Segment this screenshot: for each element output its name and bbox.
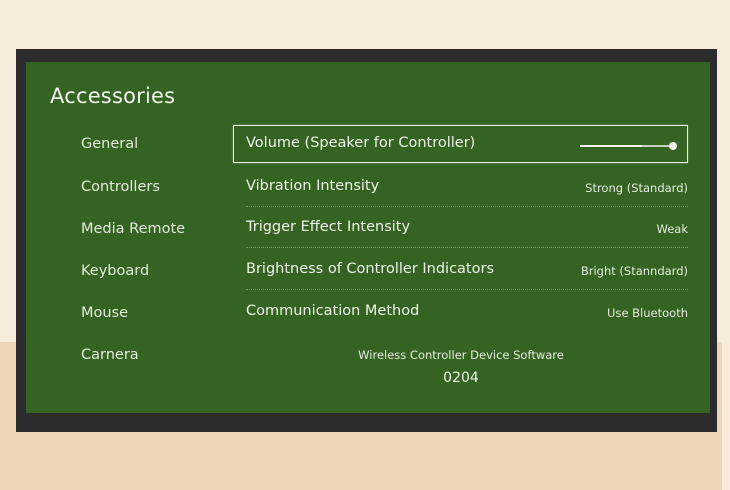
vibration-intensity-label: Vibration Intensity: [246, 178, 380, 194]
sidebar-item-keyboard[interactable]: Keyboard: [81, 263, 149, 279]
volume-setting-label: Volume (Speaker for Controller): [246, 135, 476, 151]
vibration-intensity-value: Strong (Standard): [585, 181, 688, 195]
device-software-version: 0204: [443, 370, 479, 386]
sidebar-item-camera[interactable]: Carnera: [81, 347, 139, 363]
sidebar-item-mouse[interactable]: Mouse: [81, 305, 128, 321]
volume-slider-knob[interactable]: [669, 142, 677, 150]
indicator-brightness-value: Bright (Stanndard): [580, 264, 688, 278]
sidebar-item-media-remote[interactable]: Media Remote: [81, 221, 185, 237]
trigger-effect-intensity-label: Trigger Effect Intensity: [246, 219, 411, 235]
sidebar-item-general[interactable]: General: [81, 136, 138, 152]
row-divider: [246, 247, 688, 248]
vibration-intensity-row[interactable]: Vibration Intensity Strong (Standard): [246, 167, 688, 207]
row-divider: [246, 289, 688, 290]
page-title: Accessories: [50, 84, 176, 108]
row-divider: [246, 206, 688, 207]
trigger-effect-intensity-value: Weak: [656, 222, 688, 236]
trigger-effect-intensity-row[interactable]: Trigger Effect Intensity Weak: [246, 208, 688, 248]
communication-method-row[interactable]: Communication Method Use Bluetooth: [246, 292, 688, 332]
background-wall-edge: [722, 342, 730, 490]
indicator-brightness-label: Brightness of Controller Indicators: [246, 261, 494, 277]
device-software-label: Wireless Controller Device Software: [358, 348, 564, 362]
indicator-brightness-row[interactable]: Brightness of Controller Indicators Brig…: [246, 250, 688, 290]
communication-method-value: Use Bluetooth: [607, 306, 688, 320]
volume-setting-row[interactable]: Volume (Speaker for Controller): [233, 125, 688, 163]
sidebar-item-controllers[interactable]: Controllers: [81, 179, 160, 195]
volume-slider-fill: [580, 145, 642, 147]
communication-method-label: Communication Method: [246, 303, 420, 319]
settings-screen: Accessories General Controllers Media Re…: [26, 62, 710, 413]
